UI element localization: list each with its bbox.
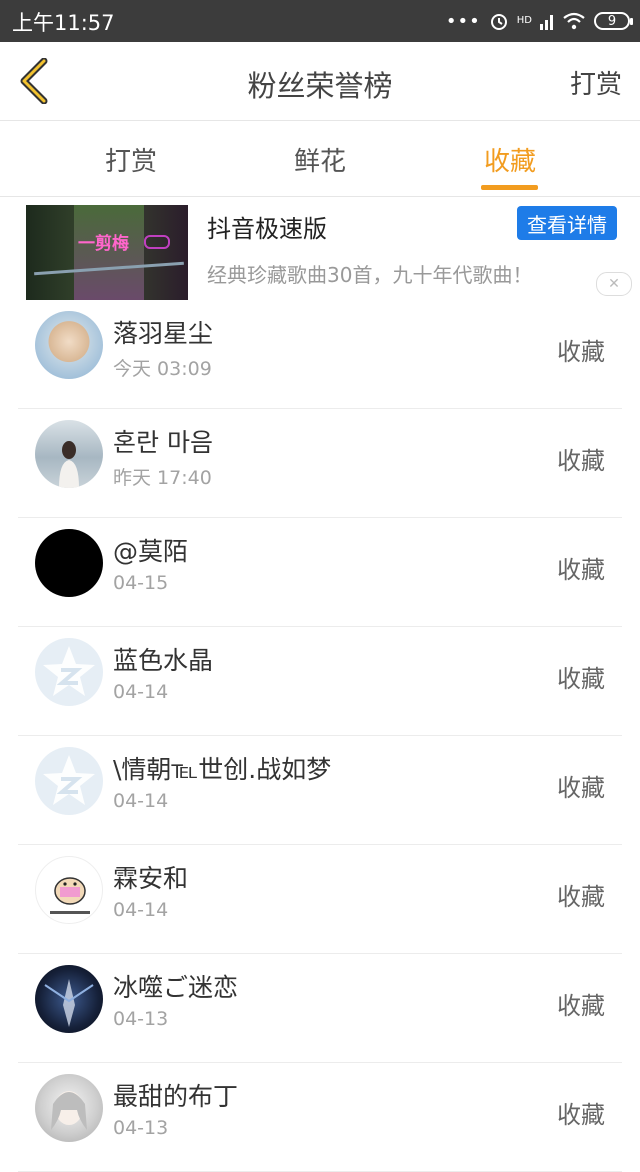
timestamp: 04-13 <box>113 1117 169 1139</box>
ad-thumb-decoration <box>144 235 170 249</box>
action-label: 收藏 <box>557 665 605 693</box>
tab-favorites[interactable]: 收藏 <box>450 141 570 178</box>
action-label: 收藏 <box>557 774 605 802</box>
user-name: 蓝色水晶 <box>113 646 214 675</box>
ad-banner[interactable]: 一剪梅 抖音极速版 经典珍藏歌曲30首，九十年代歌曲！ 查看详情 <box>0 197 640 302</box>
status-time: 上午11:57 <box>12 11 115 35</box>
timestamp: 04-14 <box>113 899 169 921</box>
user-name: @莫陌 <box>113 537 189 566</box>
ad-description: 经典珍藏歌曲30首，九十年代歌曲！ <box>207 263 533 287</box>
status-icons: ••• HD 9 <box>445 6 633 36</box>
top-nav-bar: 粉丝荣誉榜 打赏 <box>0 42 640 121</box>
action-label: 收藏 <box>557 556 605 584</box>
more-dots-icon: ••• <box>445 10 481 32</box>
close-icon: ✕ <box>608 276 620 292</box>
user-name: 霖安和 <box>113 864 189 893</box>
fan-list: 落羽星尘 今天 03:09 收藏 혼란 마음 昨天 17:40 收藏 @莫陌 0… <box>0 300 640 1172</box>
action-label: 收藏 <box>557 1101 605 1129</box>
timestamp: 04-13 <box>113 1008 169 1030</box>
ad-close-button[interactable]: ✕ <box>596 272 632 296</box>
list-item[interactable]: 最甜的布丁 04-13 收藏 <box>18 1063 622 1172</box>
list-item[interactable]: 霖安和 04-14 收藏 <box>18 845 622 954</box>
list-item[interactable]: 冰噬ご迷恋 04-13 收藏 <box>18 954 622 1063</box>
list-item[interactable]: 落羽星尘 今天 03:09 收藏 <box>18 300 622 409</box>
timestamp: 04-14 <box>113 790 169 812</box>
avatar <box>35 638 103 706</box>
ad-thumb-text: 一剪梅 <box>78 234 129 254</box>
anime-girl-icon <box>51 1091 87 1130</box>
action-label: 收藏 <box>557 338 605 366</box>
list-item[interactable]: 蓝色水晶 04-14 收藏 <box>18 627 622 736</box>
battery-icon: 9 <box>594 12 633 30</box>
avatar <box>35 1074 103 1142</box>
timestamp: 今天 03:09 <box>113 358 212 380</box>
figure-silhouette-icon <box>44 979 94 1027</box>
user-name: 冰噬ご迷恋 <box>113 973 239 1002</box>
view-details-button[interactable]: 查看详情 <box>517 206 617 240</box>
list-item[interactable]: @莫陌 04-15 收藏 <box>18 518 622 627</box>
alarm-icon <box>490 14 507 30</box>
user-name: 落羽星尘 <box>113 319 214 348</box>
user-name: \情朝℡世创.战如梦 <box>113 755 332 784</box>
avatar <box>35 856 103 924</box>
cartoon-mouse-icon <box>50 877 90 914</box>
status-bar: 上午11:57 ••• HD 9 <box>0 0 640 42</box>
timestamp: 04-14 <box>113 681 169 703</box>
user-name: 혼란 마음 <box>113 428 213 457</box>
page-title: 粉丝荣誉榜 <box>247 69 393 103</box>
timestamp: 04-15 <box>113 572 169 594</box>
network-hd-icon: HD <box>516 15 532 26</box>
signal-icon <box>540 15 553 30</box>
avatar <box>35 747 103 815</box>
ad-thumbnail: 一剪梅 <box>26 205 188 300</box>
girl-silhouette-icon <box>59 441 79 488</box>
avatar <box>35 420 103 488</box>
reward-button[interactable]: 打赏 <box>570 64 622 101</box>
list-item[interactable]: \情朝℡世创.战如梦 04-14 收藏 <box>18 736 622 845</box>
avatar <box>35 529 103 597</box>
user-name: 最甜的布丁 <box>113 1082 239 1111</box>
avatar <box>35 311 103 379</box>
active-tab-indicator <box>481 185 538 190</box>
action-label: 收藏 <box>557 883 605 911</box>
wifi-icon <box>563 12 585 30</box>
timestamp: 昨天 17:40 <box>113 467 212 489</box>
list-item[interactable]: 혼란 마음 昨天 17:40 收藏 <box>18 409 622 518</box>
tab-flowers[interactable]: 鲜花 <box>260 141 380 178</box>
tab-bar: 打赏 鲜花 收藏 <box>0 121 640 197</box>
action-label: 收藏 <box>557 447 605 475</box>
tab-reward[interactable]: 打赏 <box>71 141 191 178</box>
qzone-star-icon <box>43 755 95 805</box>
action-label: 收藏 <box>557 992 605 1020</box>
ad-title: 抖音极速版 <box>207 215 327 243</box>
avatar <box>35 965 103 1033</box>
qzone-star-icon <box>43 646 95 696</box>
